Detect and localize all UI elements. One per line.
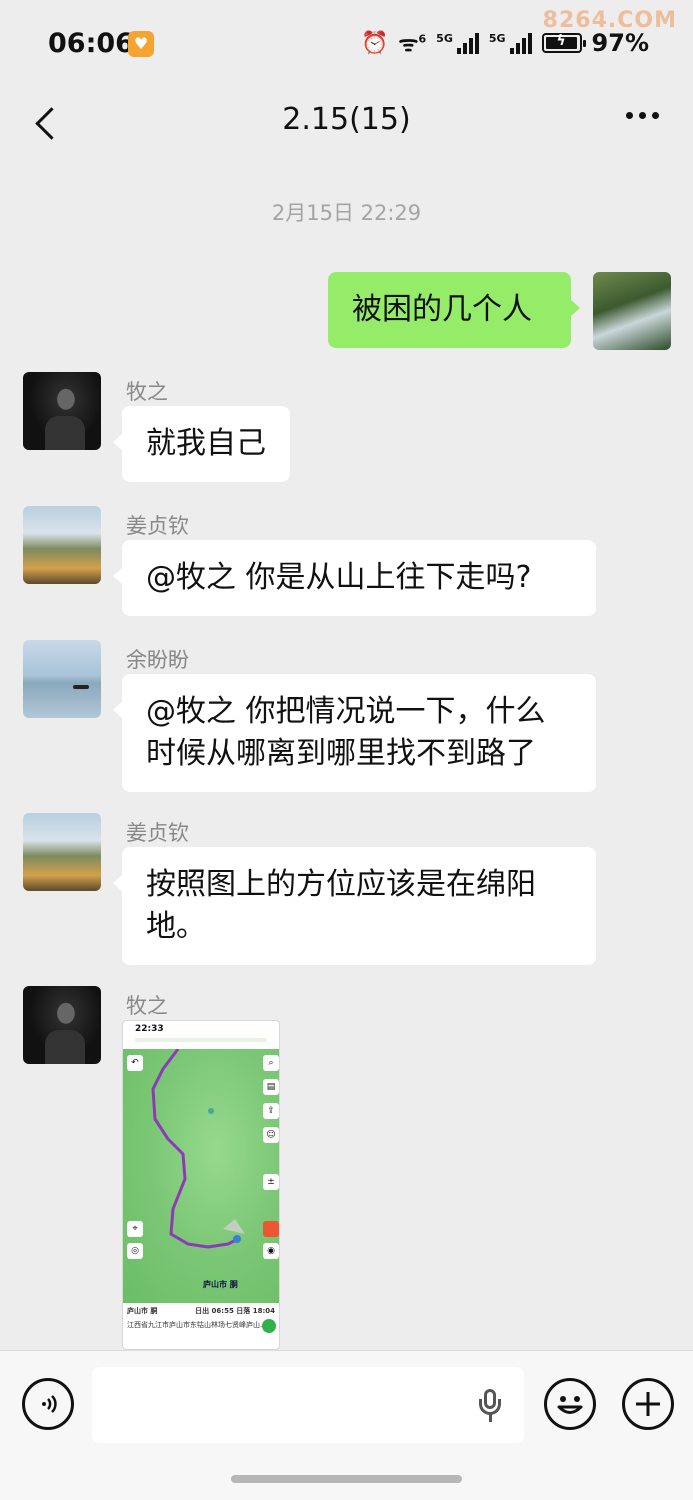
status-time: 06:06 <box>48 28 134 59</box>
route-map <box>151 1048 245 1249</box>
chat-header: 2.15(15) <box>0 88 693 160</box>
incoming-bubble[interactable]: 按照图上的方位应该是在绵阳 地。 <box>113 847 596 965</box>
chat-title: 2.15(15) <box>282 102 411 137</box>
signal-icon: 5G <box>436 32 479 54</box>
map-area: ↶ ⌕ ▤ ⇪ ☺ ± ⌖ ◎ ◉ 庐山市 胴 <box>123 1048 279 1303</box>
message-text: @牧之 你是从山上往下走吗? <box>146 560 532 595</box>
avatar[interactable] <box>23 372 101 450</box>
battery-icon: ϟ <box>541 33 586 53</box>
map-back-icon: ↶ <box>127 1055 143 1071</box>
map-camera-icon: ◉ <box>263 1243 279 1259</box>
emoji-icon[interactable] <box>544 1378 596 1430</box>
app-notification-icon: ♥ <box>128 31 154 57</box>
map-person-icon: ☺ <box>263 1127 279 1143</box>
status-indicators: ⏰ ᯤ6 5G 5G ϟ 97% <box>361 28 649 58</box>
outgoing-bubble[interactable]: 被困的几个人 <box>328 272 580 348</box>
message-text-line: 按照图上的方位应该是在绵阳 <box>146 867 536 902</box>
map-zoom-icon: ± <box>263 1174 279 1190</box>
map-locate-icon: ◎ <box>127 1243 143 1259</box>
map-layers-icon: ▤ <box>263 1079 279 1095</box>
microphone-icon[interactable] <box>478 1389 502 1423</box>
plus-icon[interactable] <box>622 1378 674 1430</box>
avatar[interactable] <box>23 506 101 584</box>
message-input[interactable] <box>92 1367 524 1443</box>
incoming-bubble[interactable]: @牧之 你把情况说一下，什么 时候从哪离到哪里找不到路了 <box>113 674 596 792</box>
map-time: 22:33 <box>135 1024 164 1034</box>
map-share-icon: ⇪ <box>263 1103 279 1119</box>
charging-icon: ϟ <box>556 33 566 49</box>
message-text-line: 时候从哪离到哪里找不到路了 <box>146 736 536 771</box>
map-search-icon: ⌕ <box>263 1055 279 1071</box>
sender-name: 牧之 <box>126 380 168 404</box>
avatar[interactable] <box>23 640 101 718</box>
home-indicator[interactable] <box>231 1475 462 1483</box>
map-screenshot-image[interactable]: 22:33 ↶ ⌕ ▤ ⇪ ☺ ± ⌖ ◎ ◉ 庐山市 胴 庐山市 胴 日出 0… <box>122 1020 280 1350</box>
my-avatar[interactable] <box>593 272 671 350</box>
signal-icon-2: 5G <box>489 32 532 54</box>
battery-percent: 97% <box>591 29 649 57</box>
chat-input-bar <box>0 1350 693 1500</box>
sender-name: 姜贞钦 <box>126 514 189 538</box>
map-pin-icon: ⌖ <box>127 1221 143 1237</box>
message-timestamp: 2月15日 22:29 <box>271 201 422 225</box>
map-status-bar: 22:33 <box>123 1021 279 1049</box>
map-location-title: 庐山市 胴 <box>127 1307 158 1315</box>
wifi-icon: ᯤ6 <box>398 32 427 57</box>
message-text: 就我自己 <box>146 426 266 461</box>
message-text-line: @牧之 你把情况说一下，什么 <box>146 694 546 729</box>
incoming-bubble[interactable]: @牧之 你是从山上往下走吗? <box>113 540 596 616</box>
sender-name: 余盼盼 <box>126 648 189 672</box>
status-bar: 06:06 ♥ 8264.COM ⏰ ᯤ6 5G 5G ϟ 97% <box>0 0 693 88</box>
avatar[interactable] <box>23 813 101 891</box>
map-navigate-icon <box>262 1319 276 1333</box>
map-sun-times: 日出 06:55 日落 18:04 <box>195 1307 275 1315</box>
more-dots-icon[interactable] <box>626 112 659 119</box>
map-record-icon <box>263 1221 279 1237</box>
avatar[interactable] <box>23 986 101 1064</box>
incoming-bubble[interactable]: 就我自己 <box>113 406 290 482</box>
map-info-panel: 庐山市 胴 日出 06:55 日落 18:04 江西省九江市庐山市东牯山林场七贤… <box>123 1303 279 1349</box>
map-place-label: 庐山市 胴 <box>203 1280 238 1289</box>
voice-icon[interactable] <box>22 1378 74 1430</box>
message-text: 被困的几个人 <box>352 292 532 327</box>
sender-name: 姜贞钦 <box>126 821 189 845</box>
message-text-line: 地。 <box>146 909 206 944</box>
sender-name: 牧之 <box>126 994 168 1018</box>
map-address: 江西省九江市庐山市东牯山林场七贤峰庐山… <box>127 1321 267 1329</box>
alarm-icon: ⏰ <box>361 30 389 56</box>
